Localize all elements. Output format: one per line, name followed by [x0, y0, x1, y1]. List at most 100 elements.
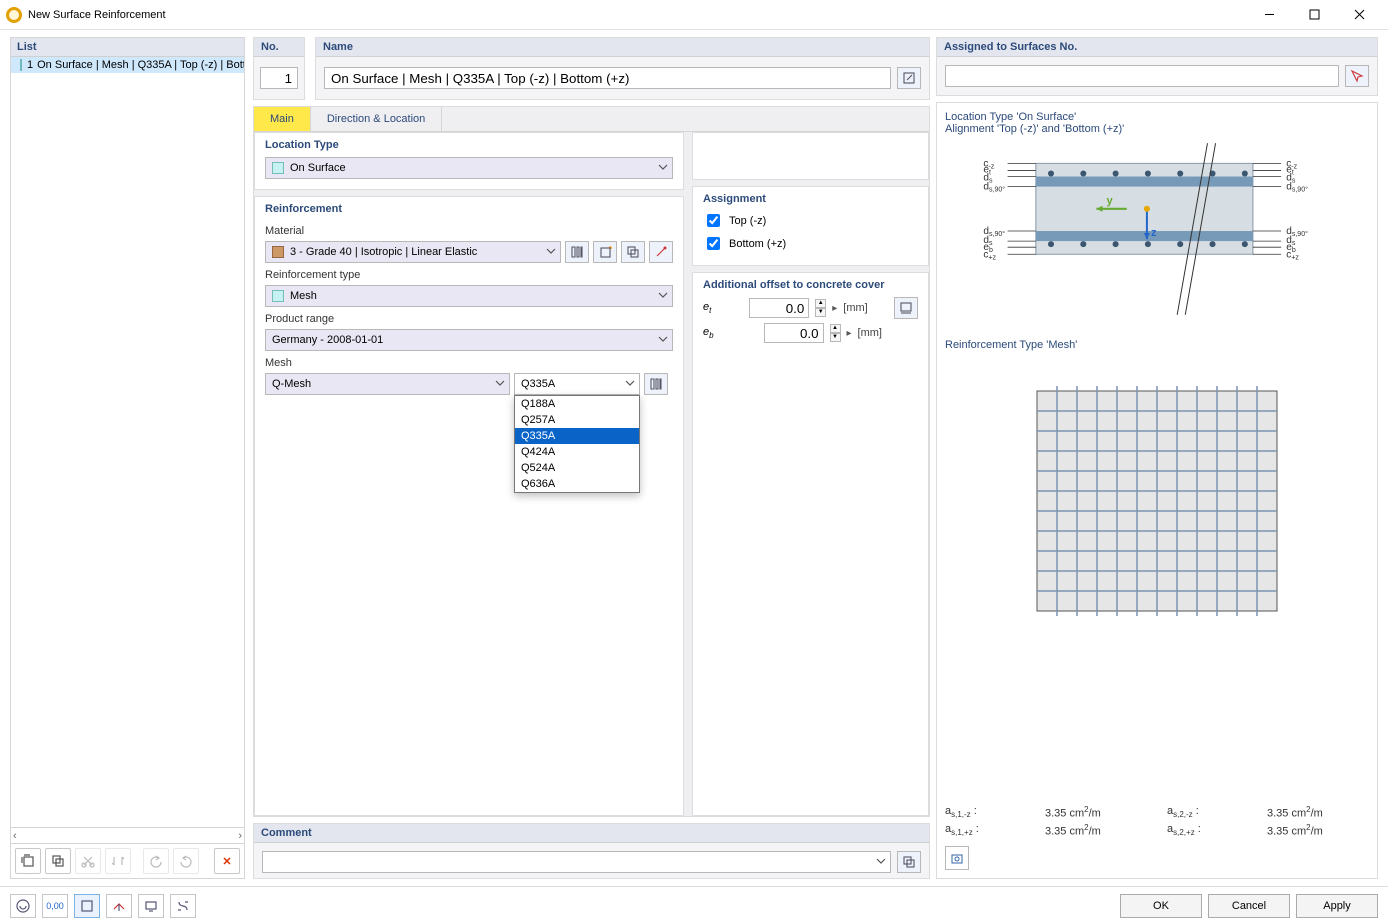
apply-button[interactable]: Apply: [1296, 894, 1378, 918]
no-panel: No.: [253, 37, 305, 100]
ok-button[interactable]: OK: [1120, 894, 1202, 918]
offset-section: Additional offset to concrete cover et ▲…: [692, 272, 929, 816]
footer-view-icon[interactable]: [106, 894, 132, 918]
assigned-input[interactable]: [945, 65, 1339, 87]
cut-button: [75, 848, 101, 874]
maximize-button[interactable]: [1292, 0, 1337, 30]
reinforcement-type-dropdown[interactable]: Mesh: [265, 285, 673, 307]
mesh-option[interactable]: Q335A: [515, 428, 639, 444]
list-item-number: 1: [27, 59, 33, 71]
et-spinner[interactable]: ▲▼: [815, 299, 826, 317]
mesh-option[interactable]: Q257A: [515, 412, 639, 428]
location-type-dropdown[interactable]: On Surface: [265, 157, 673, 179]
list-toolbar: ✕: [11, 843, 244, 878]
offset-diagram-icon[interactable]: [894, 297, 918, 319]
list-item-text: On Surface | Mesh | Q335A | Top (-z) | B…: [37, 59, 244, 71]
no-header: No.: [254, 38, 304, 57]
new-button[interactable]: [15, 848, 41, 874]
copy-material-icon[interactable]: [621, 241, 645, 263]
et-stepper-icon[interactable]: ▸: [832, 303, 837, 314]
material-label: Material: [255, 219, 683, 239]
list-item-icon: [20, 59, 22, 71]
eb-stepper-icon[interactable]: ▸: [847, 328, 852, 339]
list-scrollbar[interactable]: ‹›: [11, 827, 244, 843]
footer-display-icon[interactable]: [138, 894, 164, 918]
list-pane: List 1 On Surface | Mesh | Q335A | Top (…: [10, 37, 245, 879]
location-type-title: Location Type: [255, 133, 683, 155]
bottom-checkbox[interactable]: [707, 237, 720, 250]
product-range-dropdown[interactable]: Germany - 2008-01-01: [265, 329, 673, 351]
bottom-label: Bottom (+z): [729, 238, 786, 250]
mesh-diagram: [1027, 381, 1287, 621]
et-unit: [mm]: [843, 302, 867, 314]
delete-button[interactable]: ✕: [214, 848, 240, 874]
duplicate-button[interactable]: [45, 848, 71, 874]
reinforcement-type-label: Reinforcement type: [255, 263, 683, 283]
comment-panel: Comment: [253, 823, 930, 879]
close-button[interactable]: [1337, 0, 1382, 30]
name-input[interactable]: [324, 67, 891, 89]
footer-extents-icon[interactable]: [74, 894, 100, 918]
preview-panel: Location Type 'On Surface' Alignment 'To…: [936, 102, 1378, 879]
svg-text:ds,90°: ds,90°: [1286, 182, 1308, 194]
empty-section: [692, 132, 929, 180]
mesh-library-icon[interactable]: [644, 373, 668, 395]
eb-input[interactable]: [764, 323, 824, 343]
mesh-option[interactable]: Q424A: [515, 444, 639, 460]
top-checkbox[interactable]: [707, 214, 720, 227]
mesh-option[interactable]: Q188A: [515, 396, 639, 412]
svg-text:ds,90°: ds,90°: [983, 182, 1005, 194]
svg-text:z: z: [1151, 227, 1157, 239]
footer-info-icon[interactable]: [10, 894, 36, 918]
comment-header: Comment: [254, 824, 929, 843]
eb-unit: [mm]: [858, 327, 882, 339]
minimize-button[interactable]: [1247, 0, 1292, 30]
tab-direction[interactable]: Direction & Location: [311, 107, 442, 131]
pick-surface-icon[interactable]: [1345, 65, 1369, 87]
preview1-line1: Location Type 'On Surface': [945, 111, 1369, 123]
product-range-label: Product range: [255, 307, 683, 327]
mesh-shape-value: Q-Mesh: [272, 378, 311, 390]
new-material-icon[interactable]: [593, 241, 617, 263]
preview2-title: Reinforcement Type 'Mesh': [945, 339, 1369, 351]
list-item[interactable]: 1 On Surface | Mesh | Q335A | Top (-z) |…: [11, 57, 244, 73]
reinforcement-type-value: Mesh: [290, 290, 317, 302]
mesh-label: Mesh: [255, 351, 683, 371]
et-symbol: et: [703, 301, 723, 315]
undo-button: [143, 848, 169, 874]
eb-symbol: eb: [703, 326, 723, 340]
window-title: New Surface Reinforcement: [28, 9, 1247, 21]
app-icon: [6, 7, 22, 23]
preview-settings-icon[interactable]: [945, 846, 969, 870]
mesh-shape-dropdown[interactable]: Q-Mesh: [265, 373, 510, 395]
footer-script-icon[interactable]: [170, 894, 196, 918]
location-type-value: On Surface: [290, 162, 346, 174]
mesh-grade-dropdown[interactable]: Q335A: [514, 373, 640, 395]
redo-button: [173, 848, 199, 874]
library-icon[interactable]: [565, 241, 589, 263]
cancel-button[interactable]: Cancel: [1208, 894, 1290, 918]
edit-name-icon[interactable]: [897, 67, 921, 89]
edit-material-icon[interactable]: [649, 241, 673, 263]
no-input[interactable]: [260, 67, 298, 89]
mesh-grade-options-popup[interactable]: Q188A Q257A Q335A Q424A Q524A Q636A: [514, 395, 640, 493]
assigned-header: Assigned to Surfaces No.: [937, 38, 1377, 57]
footer: 0,00 OK Cancel Apply: [0, 886, 1388, 924]
mesh-option[interactable]: Q636A: [515, 476, 639, 492]
list-header: List: [11, 38, 244, 57]
comment-copy-icon[interactable]: [897, 851, 921, 873]
mesh-option[interactable]: Q524A: [515, 460, 639, 476]
eb-spinner[interactable]: ▲▼: [830, 324, 841, 342]
tab-main[interactable]: Main: [254, 107, 311, 131]
tabs: Main Direction & Location: [254, 107, 929, 132]
material-icon: [272, 246, 284, 258]
material-dropdown[interactable]: 3 - Grade 40 | Isotropic | Linear Elasti…: [265, 241, 561, 263]
et-input[interactable]: [749, 298, 809, 318]
window-controls: [1247, 0, 1382, 30]
list-body[interactable]: 1 On Surface | Mesh | Q335A | Top (-z) |…: [11, 57, 244, 827]
assignment-title: Assignment: [693, 187, 928, 209]
mesh-grade-value: Q335A: [521, 378, 555, 390]
comment-dropdown[interactable]: [262, 851, 891, 873]
material-value: 3 - Grade 40 | Isotropic | Linear Elasti…: [290, 246, 477, 258]
footer-units-icon[interactable]: 0,00: [42, 894, 68, 918]
